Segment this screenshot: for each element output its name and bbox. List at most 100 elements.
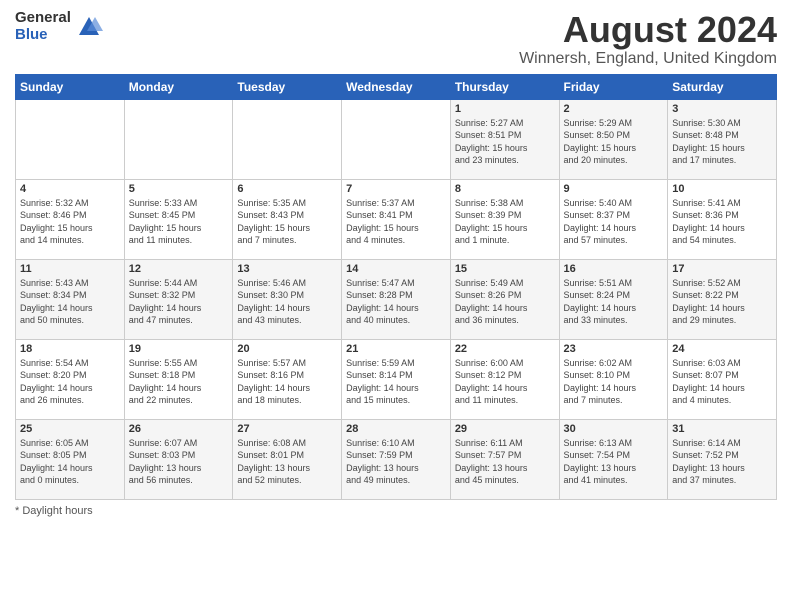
day-info: Sunrise: 5:44 AM Sunset: 8:32 PM Dayligh… — [129, 277, 229, 327]
day-number: 19 — [129, 343, 229, 355]
calendar-day-cell: 10 Sunrise: 5:41 AM Sunset: 8:36 PM Dayli… — [668, 179, 777, 259]
day-number: 8 — [455, 183, 555, 195]
calendar-table: SundayMondayTuesdayWednesdayThursdayFrid… — [15, 74, 777, 500]
calendar-week-row: 4 Sunrise: 5:32 AM Sunset: 8:46 PM Daylig… — [16, 179, 777, 259]
calendar-day-cell: 30 Sunrise: 6:13 AM Sunset: 7:54 PM Dayli… — [559, 419, 668, 499]
calendar-location: Winnersh, England, United Kingdom — [519, 50, 777, 68]
day-number: 30 — [564, 423, 664, 435]
calendar-day-cell: 20 Sunrise: 5:57 AM Sunset: 8:16 PM Dayli… — [233, 339, 342, 419]
day-info: Sunrise: 5:38 AM Sunset: 8:39 PM Dayligh… — [455, 197, 555, 247]
calendar-day-cell: 27 Sunrise: 6:08 AM Sunset: 8:01 PM Dayli… — [233, 419, 342, 499]
day-info: Sunrise: 5:30 AM Sunset: 8:48 PM Dayligh… — [672, 117, 772, 167]
title-block: August 2024 Winnersh, England, United Ki… — [519, 10, 777, 68]
calendar-day-cell — [342, 99, 451, 179]
day-info: Sunrise: 5:40 AM Sunset: 8:37 PM Dayligh… — [564, 197, 664, 247]
day-number: 6 — [237, 183, 337, 195]
logo: General Blue — [15, 10, 103, 43]
calendar-day-cell — [124, 99, 233, 179]
calendar-day-cell: 28 Sunrise: 6:10 AM Sunset: 7:59 PM Dayli… — [342, 419, 451, 499]
day-info: Sunrise: 5:51 AM Sunset: 8:24 PM Dayligh… — [564, 277, 664, 327]
day-number: 22 — [455, 343, 555, 355]
calendar-day-cell: 24Sunrise: 6:03 AM Sunset: 8:07 PM Dayli… — [668, 339, 777, 419]
day-number: 24 — [672, 343, 772, 355]
day-info: Sunrise: 6:13 AM Sunset: 7:54 PM Dayligh… — [564, 437, 664, 487]
calendar-day-cell — [16, 99, 125, 179]
day-number: 3 — [672, 103, 772, 115]
day-info: Sunrise: 6:10 AM Sunset: 7:59 PM Dayligh… — [346, 437, 446, 487]
day-number: 17 — [672, 263, 772, 275]
day-info: Sunrise: 5:27 AM Sunset: 8:51 PM Dayligh… — [455, 117, 555, 167]
calendar-day-cell: 2Sunrise: 5:29 AM Sunset: 8:50 PM Daylig… — [559, 99, 668, 179]
day-info: Sunrise: 5:49 AM Sunset: 8:26 PM Dayligh… — [455, 277, 555, 327]
day-info: Sunrise: 6:00 AM Sunset: 8:12 PM Dayligh… — [455, 357, 555, 407]
day-number: 27 — [237, 423, 337, 435]
day-info: Sunrise: 5:57 AM Sunset: 8:16 PM Dayligh… — [237, 357, 337, 407]
day-number: 4 — [20, 183, 120, 195]
day-number: 21 — [346, 343, 446, 355]
day-number: 9 — [564, 183, 664, 195]
day-info: Sunrise: 5:35 AM Sunset: 8:43 PM Dayligh… — [237, 197, 337, 247]
day-info: Sunrise: 5:29 AM Sunset: 8:50 PM Dayligh… — [564, 117, 664, 167]
calendar-day-cell: 12 Sunrise: 5:44 AM Sunset: 8:32 PM Dayli… — [124, 259, 233, 339]
calendar-day-cell: 14Sunrise: 5:47 AM Sunset: 8:28 PM Dayli… — [342, 259, 451, 339]
day-number: 10 — [672, 183, 772, 195]
day-info: Sunrise: 5:41 AM Sunset: 8:36 PM Dayligh… — [672, 197, 772, 247]
col-header-monday: Monday — [124, 74, 233, 99]
day-info: Sunrise: 5:54 AM Sunset: 8:20 PM Dayligh… — [20, 357, 120, 407]
calendar-week-row: 18 Sunrise: 5:54 AM Sunset: 8:20 PM Dayli… — [16, 339, 777, 419]
day-number: 26 — [129, 423, 229, 435]
day-number: 5 — [129, 183, 229, 195]
day-number: 16 — [564, 263, 664, 275]
calendar-day-cell: 25 Sunrise: 6:05 AM Sunset: 8:05 PM Dayli… — [16, 419, 125, 499]
day-info: Sunrise: 5:32 AM Sunset: 8:46 PM Dayligh… — [20, 197, 120, 247]
day-info: Sunrise: 6:07 AM Sunset: 8:03 PM Dayligh… — [129, 437, 229, 487]
day-info: Sunrise: 6:14 AM Sunset: 7:52 PM Dayligh… — [672, 437, 772, 487]
day-info: Sunrise: 5:59 AM Sunset: 8:14 PM Dayligh… — [346, 357, 446, 407]
header: General Blue August 2024 Winnersh, Engla… — [15, 10, 777, 68]
calendar-day-cell: 9 Sunrise: 5:40 AM Sunset: 8:37 PM Daylig… — [559, 179, 668, 259]
day-info: Sunrise: 6:05 AM Sunset: 8:05 PM Dayligh… — [20, 437, 120, 487]
day-info: Sunrise: 6:11 AM Sunset: 7:57 PM Dayligh… — [455, 437, 555, 487]
calendar-day-cell: 23 Sunrise: 6:02 AM Sunset: 8:10 PM Dayli… — [559, 339, 668, 419]
day-number: 25 — [20, 423, 120, 435]
calendar-day-cell: 26 Sunrise: 6:07 AM Sunset: 8:03 PM Dayli… — [124, 419, 233, 499]
day-number: 7 — [346, 183, 446, 195]
day-number: 29 — [455, 423, 555, 435]
calendar-day-cell: 15 Sunrise: 5:49 AM Sunset: 8:26 PM Dayli… — [450, 259, 559, 339]
day-number: 12 — [129, 263, 229, 275]
calendar-day-cell: 13Sunrise: 5:46 AM Sunset: 8:30 PM Dayli… — [233, 259, 342, 339]
day-info: Sunrise: 5:47 AM Sunset: 8:28 PM Dayligh… — [346, 277, 446, 327]
logo-general-text: General — [15, 10, 71, 27]
day-info: Sunrise: 5:33 AM Sunset: 8:45 PM Dayligh… — [129, 197, 229, 247]
calendar-day-cell: 1Sunrise: 5:27 AM Sunset: 8:51 PM Daylig… — [450, 99, 559, 179]
day-info: Sunrise: 6:02 AM Sunset: 8:10 PM Dayligh… — [564, 357, 664, 407]
day-info: Sunrise: 5:46 AM Sunset: 8:30 PM Dayligh… — [237, 277, 337, 327]
calendar-day-cell — [233, 99, 342, 179]
day-number: 11 — [20, 263, 120, 275]
calendar-day-cell: 8 Sunrise: 5:38 AM Sunset: 8:39 PM Daylig… — [450, 179, 559, 259]
calendar-day-cell: 22 Sunrise: 6:00 AM Sunset: 8:12 PM Dayli… — [450, 339, 559, 419]
day-number: 15 — [455, 263, 555, 275]
calendar-day-cell: 5 Sunrise: 5:33 AM Sunset: 8:45 PM Daylig… — [124, 179, 233, 259]
page-container: General Blue August 2024 Winnersh, Engla… — [0, 0, 792, 527]
logo-blue-text: Blue — [15, 27, 71, 44]
day-number: 28 — [346, 423, 446, 435]
day-number: 18 — [20, 343, 120, 355]
calendar-week-row: 25 Sunrise: 6:05 AM Sunset: 8:05 PM Dayli… — [16, 419, 777, 499]
logo-icon — [75, 13, 103, 41]
day-number: 23 — [564, 343, 664, 355]
calendar-day-cell: 6 Sunrise: 5:35 AM Sunset: 8:43 PM Daylig… — [233, 179, 342, 259]
day-info: Sunrise: 5:43 AM Sunset: 8:34 PM Dayligh… — [20, 277, 120, 327]
calendar-day-cell: 11 Sunrise: 5:43 AM Sunset: 8:34 PM Dayli… — [16, 259, 125, 339]
col-header-saturday: Saturday — [668, 74, 777, 99]
day-info: Sunrise: 6:08 AM Sunset: 8:01 PM Dayligh… — [237, 437, 337, 487]
col-header-thursday: Thursday — [450, 74, 559, 99]
day-info: Sunrise: 5:37 AM Sunset: 8:41 PM Dayligh… — [346, 197, 446, 247]
footer-note: * Daylight hours — [15, 505, 777, 517]
col-header-tuesday: Tuesday — [233, 74, 342, 99]
day-info: Sunrise: 5:52 AM Sunset: 8:22 PM Dayligh… — [672, 277, 772, 327]
calendar-day-cell: 3 Sunrise: 5:30 AM Sunset: 8:48 PM Daylig… — [668, 99, 777, 179]
calendar-day-cell: 18 Sunrise: 5:54 AM Sunset: 8:20 PM Dayli… — [16, 339, 125, 419]
calendar-header-row: SundayMondayTuesdayWednesdayThursdayFrid… — [16, 74, 777, 99]
day-number: 20 — [237, 343, 337, 355]
